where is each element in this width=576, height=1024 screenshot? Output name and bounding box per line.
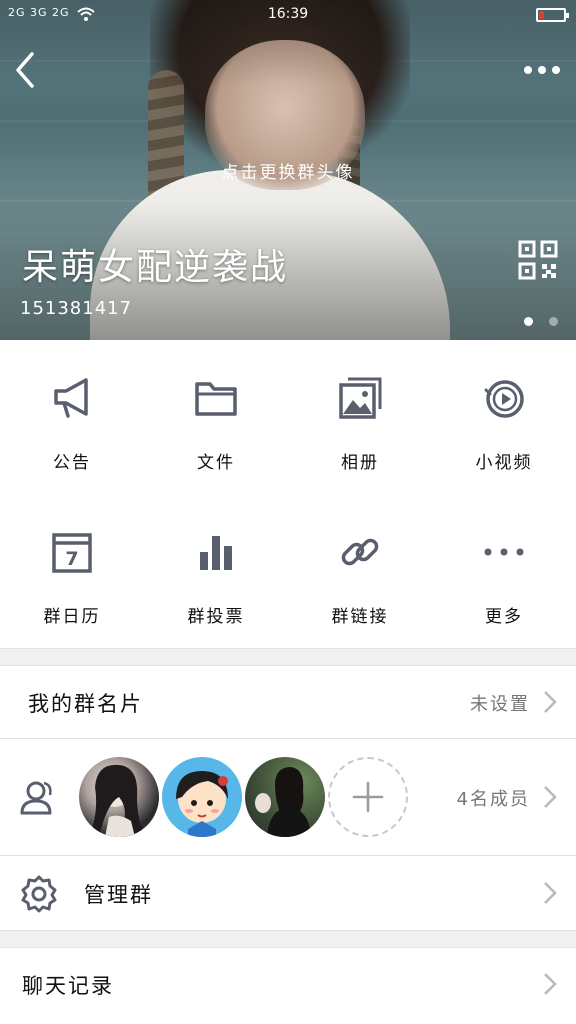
- group-name: 呆萌女配逆袭战: [22, 247, 289, 288]
- group-id: 151381417: [20, 298, 133, 319]
- members-row[interactable]: 4名成员: [0, 739, 576, 855]
- grid-item-calendar[interactable]: 7 群日历: [0, 494, 144, 648]
- grid-label: 群日历: [43, 607, 101, 627]
- grid-label: 相册: [341, 453, 379, 473]
- cover-page-indicator: [513, 311, 558, 330]
- add-member-button[interactable]: [328, 757, 408, 837]
- my-group-card-title: 我的群名片: [28, 692, 143, 716]
- folder-icon: [195, 382, 237, 416]
- manage-group-row[interactable]: 管理群: [0, 856, 576, 930]
- manage-group-title: 管理群: [84, 883, 153, 907]
- chevron-right-icon: [544, 973, 557, 995]
- member-count: 4名成员: [456, 789, 530, 810]
- grid-label: 小视频: [475, 453, 533, 473]
- video-play-icon: [484, 380, 524, 418]
- my-group-card-row[interactable]: 我的群名片 未设置: [0, 666, 576, 738]
- group-cover-image[interactable]: 2G 3G 2G 16:39 点击更换群头像 呆萌女配逆袭战 151381417: [0, 0, 576, 340]
- back-arrow-icon[interactable]: [8, 48, 44, 92]
- grid-label: 公告: [53, 453, 91, 473]
- grid-item-announcement[interactable]: 公告: [0, 340, 144, 494]
- link-icon: [341, 538, 379, 566]
- grid-label: 群链接: [331, 607, 389, 627]
- member-avatar[interactable]: [245, 757, 325, 837]
- section-gap: [0, 649, 576, 665]
- gear-icon: [21, 875, 57, 913]
- calendar-icon: 7: [52, 533, 92, 573]
- grid-label: 群投票: [187, 607, 245, 627]
- feature-grid: 公告 文件 相册 小视频 7 群日历 群投票 群链接 更多: [0, 340, 576, 648]
- chevron-right-icon: [544, 882, 557, 904]
- photo-album-icon: [339, 377, 382, 419]
- chat-history-row[interactable]: 聊天记录: [0, 948, 576, 1024]
- more-dots-icon: [484, 548, 524, 556]
- grid-label: 更多: [485, 607, 523, 627]
- member-avatar[interactable]: [79, 757, 159, 837]
- plus-icon: [352, 781, 384, 813]
- member-avatar[interactable]: [162, 757, 242, 837]
- grid-item-short-video[interactable]: 小视频: [432, 340, 576, 494]
- status-time: 16:39: [267, 6, 309, 22]
- calendar-day-number: 7: [65, 548, 78, 570]
- grid-item-more[interactable]: 更多: [432, 494, 576, 648]
- grid-item-album[interactable]: 相册: [288, 340, 432, 494]
- status-bar: 2G 3G 2G 16:39: [0, 0, 576, 30]
- bar-chart-icon: [200, 536, 232, 570]
- grid-item-vote[interactable]: 群投票: [144, 494, 288, 648]
- change-cover-hint[interactable]: 点击更换群头像: [0, 158, 576, 183]
- battery-icon: [536, 8, 569, 22]
- grid-item-link[interactable]: 群链接: [288, 494, 432, 648]
- grid-label: 文件: [197, 453, 235, 473]
- qr-code-icon[interactable]: [518, 240, 558, 280]
- megaphone-icon: [54, 378, 88, 418]
- grid-item-files[interactable]: 文件: [144, 340, 288, 494]
- chevron-right-icon: [544, 691, 557, 713]
- my-group-card-value: 未设置: [470, 694, 530, 715]
- chevron-right-icon: [544, 786, 557, 808]
- chat-history-title: 聊天记录: [22, 974, 114, 998]
- more-menu-icon[interactable]: [522, 58, 562, 82]
- section-gap: [0, 931, 576, 947]
- page-dot: [549, 317, 558, 326]
- members-icon: [20, 781, 52, 815]
- page-dot-active: [523, 317, 533, 326]
